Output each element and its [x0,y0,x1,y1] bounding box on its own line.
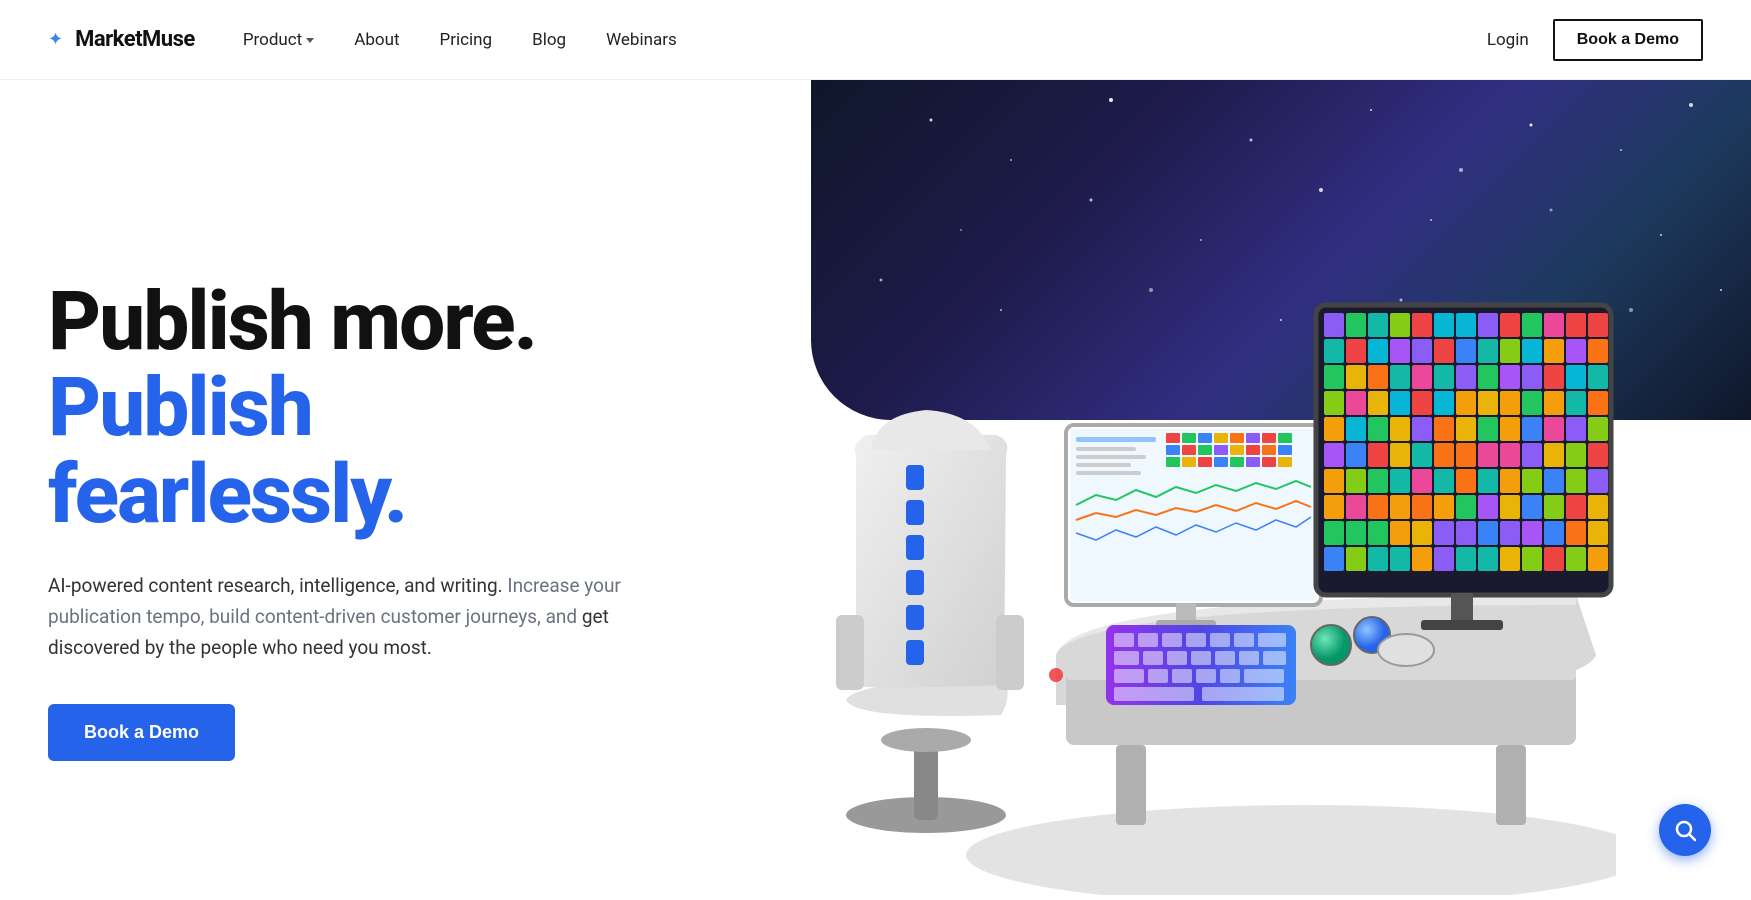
logo[interactable]: ✦ MarketMuse [48,27,195,52]
nav-blog[interactable]: Blog [532,30,566,50]
nav-about[interactable]: About [354,30,399,50]
chevron-down-icon [306,38,314,43]
hero-illustration: /* colors handled in JS below */ [668,140,1703,900]
search-icon [1673,818,1697,842]
search-button[interactable] [1659,804,1711,856]
logo-icon: ✦ [48,29,63,50]
nav-product[interactable]: Product [243,30,314,50]
login-button[interactable]: Login [1487,30,1529,50]
hero-description: AI-powered content research, intelligenc… [48,570,628,664]
nav-links: Product About Pricing Blog Webinars [243,30,1487,50]
brand-name: MarketMuse [75,27,195,52]
nav-right: Login Book a Demo [1487,19,1703,61]
hero-left: Publish more. Publish fearlessly. AI-pow… [48,279,668,760]
hero-cta-button[interactable]: Book a Demo [48,704,235,761]
nav-pricing[interactable]: Pricing [440,30,493,50]
navbar: ✦ MarketMuse Product About Pricing Blog … [0,0,1751,80]
nav-webinars[interactable]: Webinars [606,30,677,50]
hero-section: Publish more. Publish fearlessly. AI-pow… [0,80,1751,900]
hero-title-line2: Publish fearlessly. [48,365,628,537]
nav-demo-button[interactable]: Book a Demo [1553,19,1703,61]
hero-title-line1: Publish more. [48,279,628,365]
cockpit-svg: /* colors handled in JS below */ [756,175,1616,895]
